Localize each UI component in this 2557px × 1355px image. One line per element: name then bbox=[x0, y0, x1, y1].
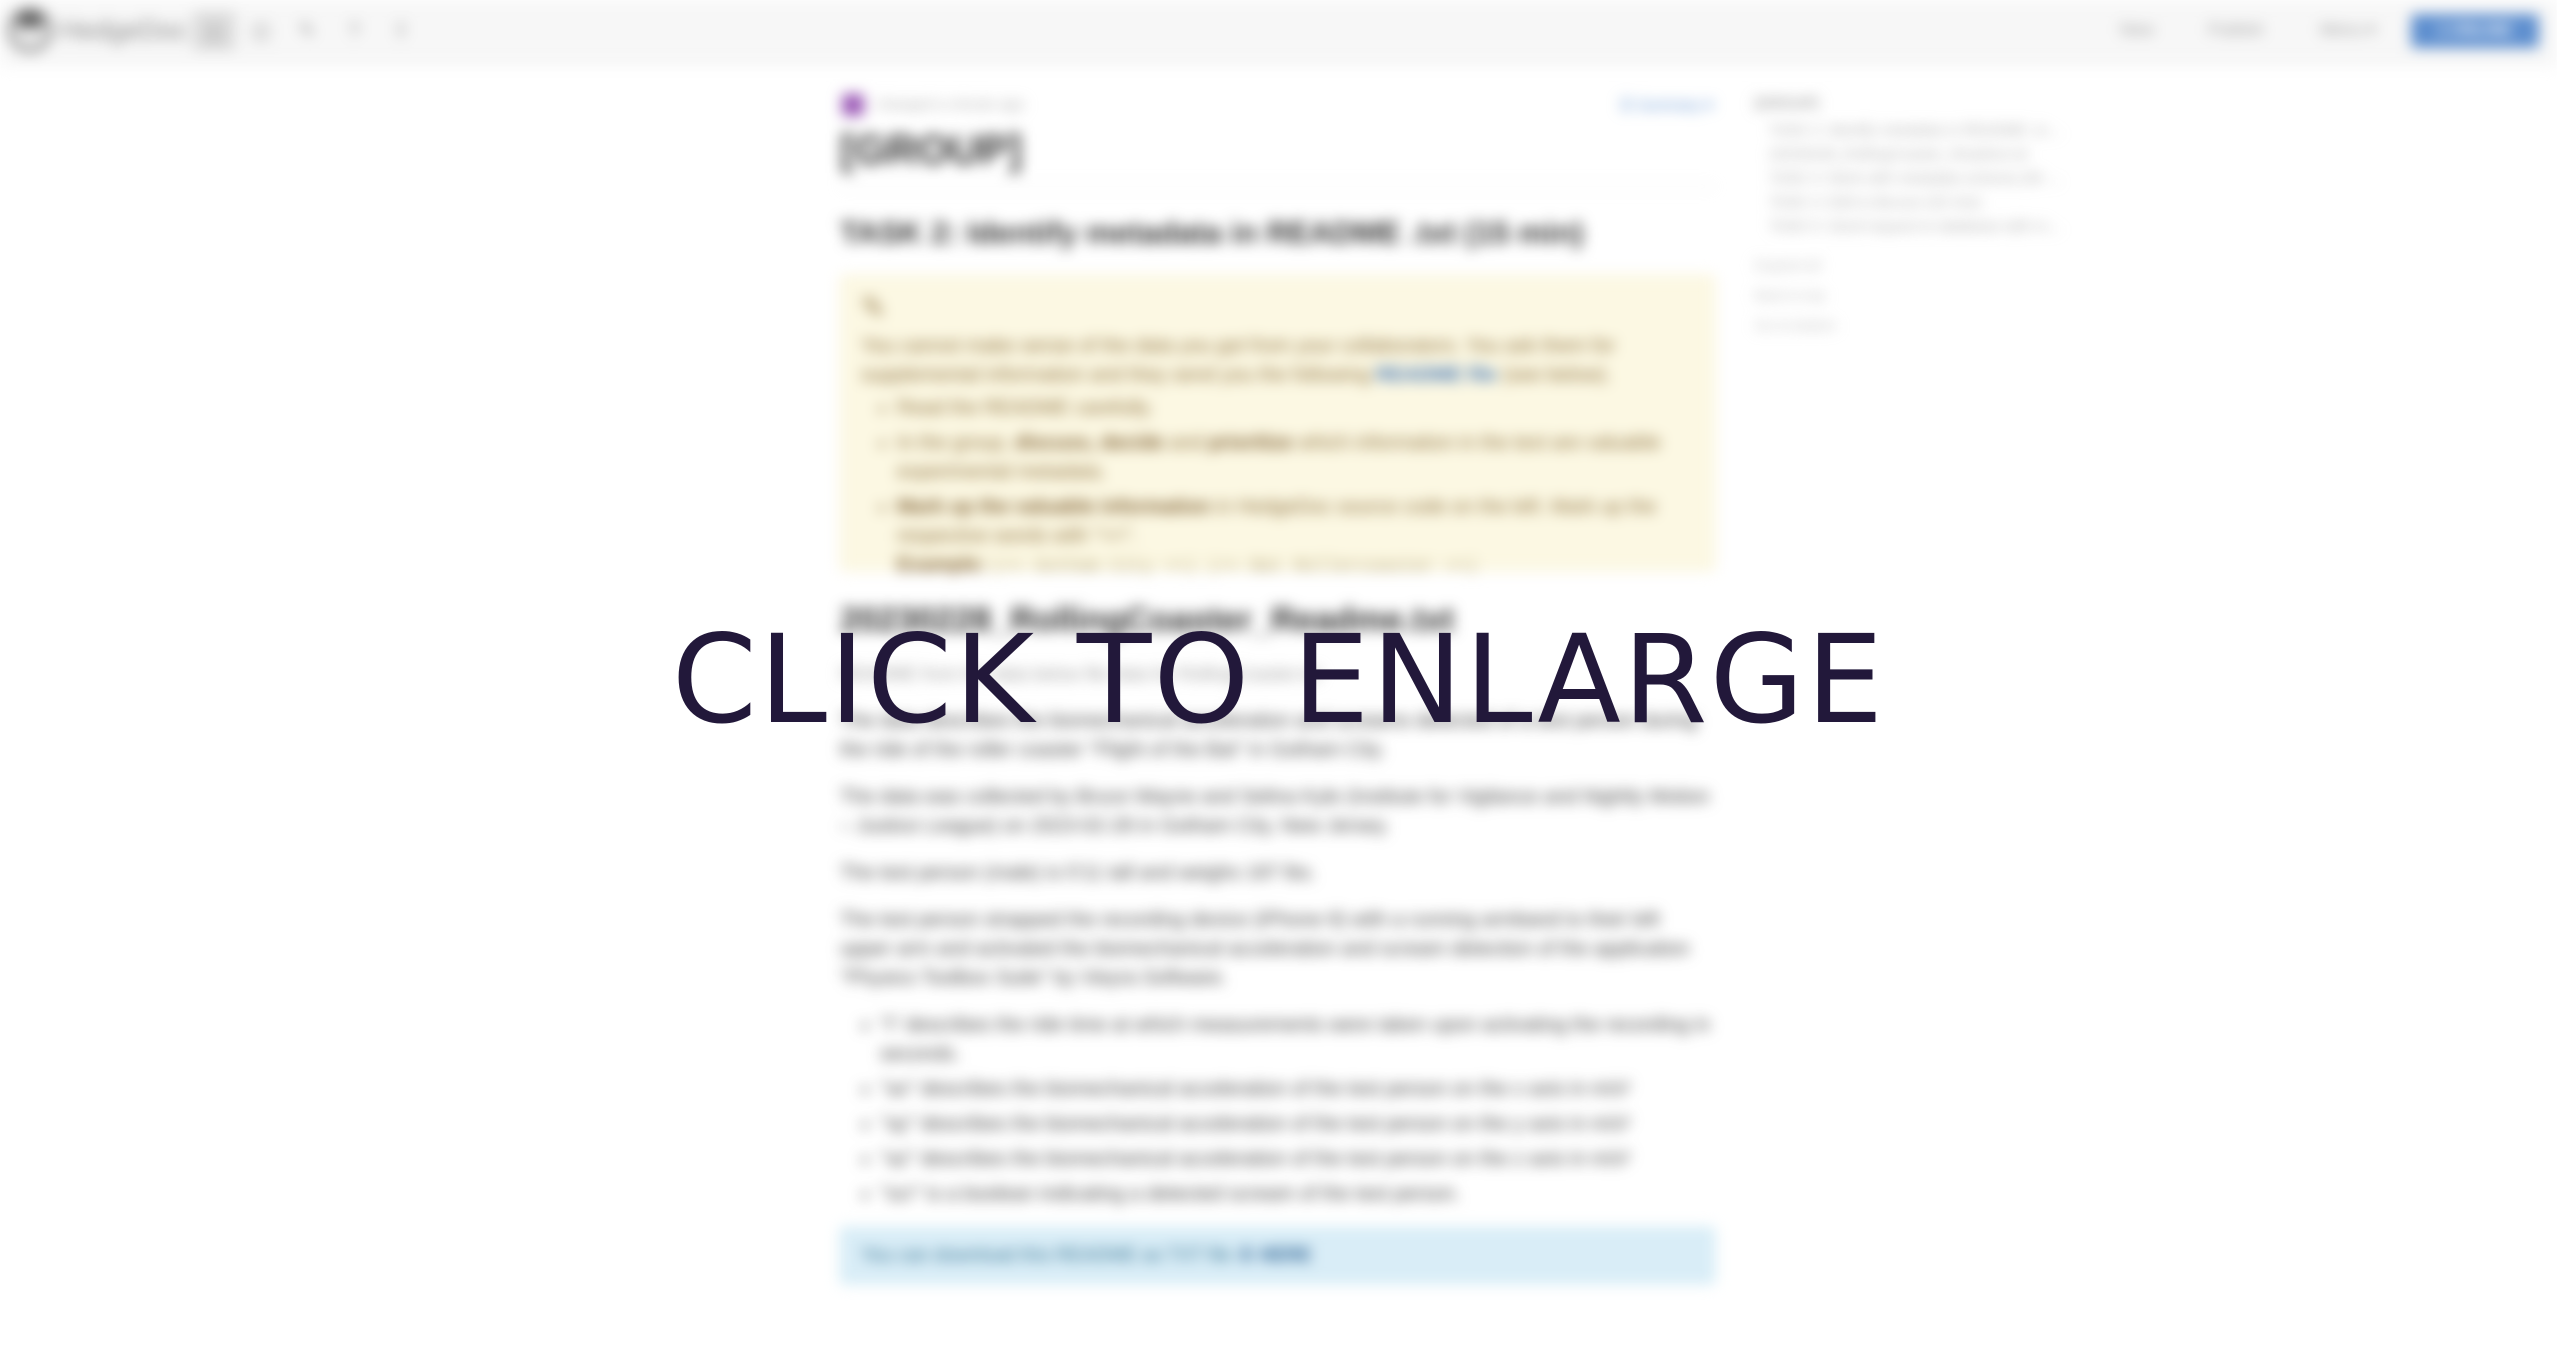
example-label: Example: bbox=[897, 554, 986, 576]
edit-mode-button-icon[interactable]: ✎ bbox=[286, 12, 328, 50]
list-item: "scr" is a boolean indicating a detected… bbox=[880, 1180, 1715, 1209]
table-of-contents: [GROUP] TASK 2: Identify metadata in REA… bbox=[1755, 95, 2065, 333]
list-item: In the group, discuss, decide and priori… bbox=[897, 429, 1694, 487]
avatar[interactable] bbox=[842, 94, 864, 116]
toc-item[interactable]: TASK 3: Work with metadata schema (30 mi… bbox=[1769, 170, 2065, 187]
list-item: Read the README carefully. bbox=[897, 394, 1694, 423]
page-title: [GROUP] bbox=[840, 126, 1715, 187]
toc-item[interactable]: 20230228_RollingCoaster_Readme.txt bbox=[1769, 146, 2065, 163]
hedgedoc-logo-icon[interactable] bbox=[8, 8, 52, 52]
navbar: HedgeDoc ◫ ◫ ✎ ? ⇧ New Publish Menu ▾ 1 … bbox=[0, 0, 2557, 65]
download-text: You can download this README as TXT file bbox=[861, 1245, 1238, 1266]
toc-item[interactable]: TASK 4: Edit & discuss (20 min) bbox=[1769, 194, 2065, 211]
toc-expand-all[interactable]: Expand all bbox=[1755, 257, 2065, 273]
list-bold: prioritize bbox=[1208, 432, 1293, 454]
list-bold: discuss, decide bbox=[1014, 432, 1164, 454]
online-users-button[interactable]: 1 ONLINE bbox=[2411, 14, 2539, 48]
toc-back-to-top[interactable]: Back to top bbox=[1755, 287, 2065, 303]
click-to-enlarge-overlay[interactable]: CLICK TO ENLARGE bbox=[0, 615, 2557, 745]
menu-dropdown[interactable]: Menu ▾ bbox=[2320, 20, 2376, 40]
variables-list: "t" describes the ride time at which mea… bbox=[840, 1011, 1715, 1209]
list-item: Mark up the valuable information in Hedg… bbox=[897, 493, 1694, 582]
task-steps-list: Read the README carefully. In the group,… bbox=[861, 394, 1694, 582]
upload-icon[interactable]: ⇧ bbox=[380, 12, 422, 50]
list-item: "ax" describes the biomechanical acceler… bbox=[880, 1075, 1715, 1104]
list-item: "az" describes the biomechanical acceler… bbox=[880, 1145, 1715, 1174]
last-changed-text: changed a minute ago bbox=[876, 96, 1025, 113]
task-instructions-alert: ✎ You cannot make sense of the data you … bbox=[840, 275, 1715, 577]
task-heading: TASK 2: Identify metadata in README .txt… bbox=[840, 215, 1584, 250]
toc-item[interactable]: TASK 2: Identify metadata in README .txt… bbox=[1769, 122, 2065, 139]
toc-heading[interactable]: [GROUP] bbox=[1755, 95, 2065, 112]
list-text: and bbox=[1163, 432, 1209, 454]
readme-file-link[interactable]: README file bbox=[1376, 364, 1497, 386]
new-note-button[interactable]: New bbox=[2120, 20, 2154, 40]
readme-paragraph: The test person strapped the recording d… bbox=[840, 909, 1690, 989]
help-icon[interactable]: ? bbox=[333, 12, 375, 50]
example-code: (== Gotham City ==) (== Bat Rollercoaste… bbox=[991, 557, 1478, 577]
view-mode-button-icon[interactable]: ◫ bbox=[193, 12, 235, 50]
both-mode-button-icon[interactable]: ◫ bbox=[240, 12, 282, 50]
alert-intro-tail: (see below). bbox=[1496, 364, 1612, 386]
toc-go-to-bottom[interactable]: Go to bottom bbox=[1755, 317, 2065, 333]
list-item: "ay" describes the biomechanical acceler… bbox=[880, 1110, 1715, 1139]
download-alert: You can download this README as TXT file… bbox=[840, 1227, 1715, 1284]
download-link[interactable]: ⬇ HERE bbox=[1238, 1245, 1312, 1266]
readme-paragraph: The test person (male) is 5'11 tall and … bbox=[840, 862, 1316, 884]
pencil-icon: ✎ bbox=[861, 292, 887, 325]
alert-intro: You cannot make sense of the data you go… bbox=[861, 332, 1694, 390]
list-item: "t" describes the ride time at which mea… bbox=[880, 1011, 1715, 1069]
list-bold: Mark up the valuable information bbox=[897, 496, 1211, 518]
readme-paragraph: The data was collected by Bruce Wayne an… bbox=[840, 786, 1710, 837]
brand-name[interactable]: HedgeDoc bbox=[60, 15, 188, 46]
summary-link[interactable]: ☰ Summary ▾ bbox=[1620, 96, 1714, 114]
doc-meta-row: changed a minute ago ☰ Summary ▾ bbox=[840, 86, 1715, 120]
toc-item[interactable]: TASK 5: Send request to database with me… bbox=[1769, 218, 2065, 235]
publish-button[interactable]: Publish bbox=[2208, 20, 2264, 40]
list-text: In the group, bbox=[897, 432, 1015, 454]
